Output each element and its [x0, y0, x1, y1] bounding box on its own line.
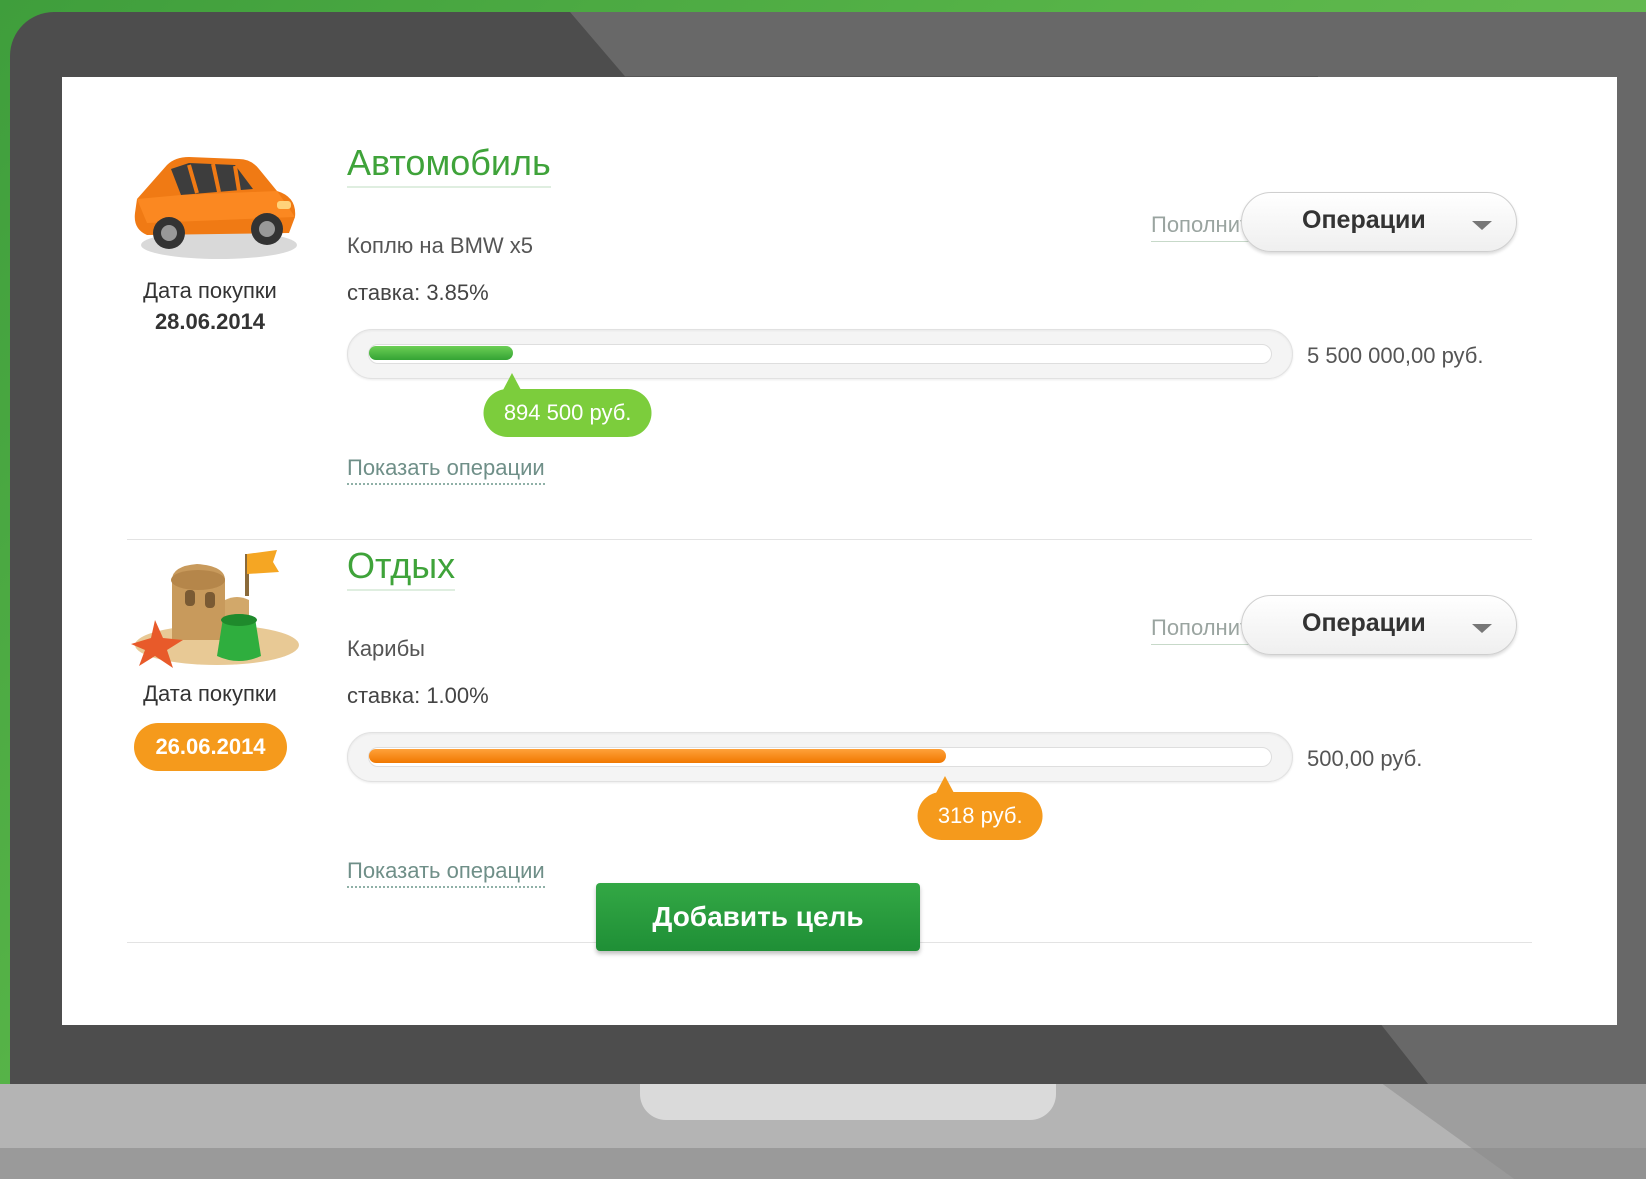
purchase-date-label: Дата покупки: [143, 278, 277, 303]
operations-dropdown-button[interactable]: Операции: [1241, 595, 1517, 655]
laptop-base: [0, 1084, 1646, 1179]
show-operations-link[interactable]: Показать операции: [347, 455, 545, 485]
goal-title[interactable]: Автомобиль: [347, 142, 551, 188]
goal-description: Карибы: [347, 636, 425, 661]
current-amount-bubble: 894 500 руб.: [483, 389, 652, 437]
goal-title[interactable]: Отдых: [347, 545, 456, 591]
progress-inner: [368, 747, 1272, 767]
purchase-date-label: Дата покупки: [143, 681, 277, 706]
progress-pointer: [936, 776, 955, 793]
goal-description: Коплю на BMW x5: [347, 233, 534, 258]
progress-fill: [369, 346, 514, 360]
target-amount: 5 500 000,00 руб.: [1307, 343, 1484, 368]
purchase-date-value: 28.06.2014: [154, 309, 266, 334]
progress-inner: [368, 344, 1272, 364]
target-amount: 500,00 руб.: [1307, 746, 1423, 771]
goal-card-car: Дата покупки 28.06.2014 Автомобиль Коплю…: [127, 137, 1532, 540]
goal-rate: ставка: 1.00%: [347, 683, 489, 708]
show-operations-link[interactable]: Показать операции: [347, 858, 545, 888]
progress-pointer: [503, 373, 522, 390]
progress-track: [347, 732, 1293, 782]
chevron-down-icon: [1472, 624, 1492, 633]
progress-track: [347, 329, 1293, 379]
add-goal-button[interactable]: Добавить цель: [596, 883, 920, 951]
goal-rate: ставка: 3.85%: [347, 280, 489, 305]
operations-dropdown-button[interactable]: Операции: [1241, 192, 1517, 252]
progress-fill: [369, 749, 947, 763]
purchase-date-value: 26.06.2014: [134, 723, 287, 771]
laptop-notch: [640, 1084, 1056, 1120]
operations-label: Операции: [1302, 206, 1426, 234]
sandcastle-icon: [127, 540, 302, 670]
current-amount-bubble: 318 руб.: [917, 792, 1043, 840]
screen: Дата покупки 28.06.2014 Автомобиль Коплю…: [62, 77, 1617, 1025]
operations-label: Операции: [1302, 609, 1426, 637]
car-icon: [127, 137, 302, 267]
chevron-down-icon: [1472, 221, 1492, 230]
